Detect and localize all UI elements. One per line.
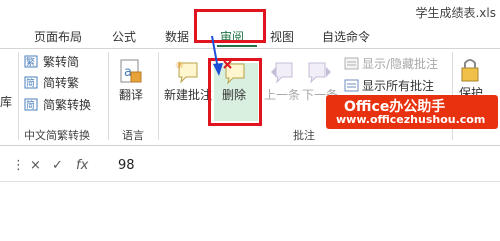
- cancel-icon[interactable]: ×: [30, 158, 41, 173]
- enter-icon[interactable]: ✓: [52, 158, 63, 173]
- name-box-dropdown[interactable]: ⋮: [12, 158, 25, 173]
- watermark-url: www.officezhushou.com: [336, 113, 486, 126]
- insert-function-icon[interactable]: fx: [76, 158, 88, 173]
- formula-input[interactable]: 98: [118, 158, 135, 173]
- formula-bar: ⋮ × ✓ fx: [0, 152, 500, 182]
- watermark-banner: Office办公助手 www.officezhushou.com: [326, 95, 498, 129]
